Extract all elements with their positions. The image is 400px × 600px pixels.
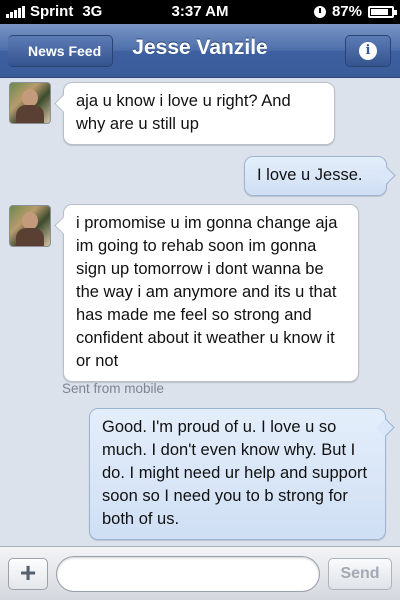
conversation-title: Jesse Vanzile bbox=[132, 36, 268, 59]
info-button[interactable]: i bbox=[345, 35, 391, 67]
battery-level-fill bbox=[371, 8, 389, 15]
message-text: i promomise u im gonna change aja im goi… bbox=[76, 214, 338, 370]
navigation-bar: News Feed Jesse Vanzile i bbox=[0, 24, 400, 78]
add-attachment-button[interactable]: + bbox=[8, 558, 48, 590]
status-right: 87% bbox=[313, 3, 397, 20]
message-text: I love u Jesse. bbox=[257, 166, 363, 184]
message-bubble-incoming: i promomise u im gonna change aja im goi… bbox=[63, 204, 359, 382]
battery-percent: 87% bbox=[331, 3, 362, 20]
send-button[interactable]: Send bbox=[328, 558, 392, 590]
message-composer: + Send bbox=[0, 546, 400, 600]
message-input[interactable] bbox=[56, 556, 320, 592]
message-bubble-incoming: aja u know i love u right? And why are u… bbox=[63, 82, 335, 145]
battery-icon bbox=[368, 5, 397, 18]
message-text: aja u know i love u right? And why are u… bbox=[76, 92, 291, 133]
info-icon: i bbox=[359, 42, 377, 60]
message-text: Good. I'm proud of u. I love u so much. … bbox=[102, 418, 368, 528]
contact-avatar[interactable] bbox=[9, 205, 51, 247]
alarm-clock-icon bbox=[313, 5, 326, 18]
status-bar: Sprint 3G 3:37 AM 87% bbox=[0, 0, 400, 24]
sent-from-label: Sent from mobile bbox=[62, 381, 165, 396]
message-bubble-outgoing: I love u Jesse. bbox=[244, 156, 387, 196]
message-bubble-outgoing: Good. I'm proud of u. I love u so much. … bbox=[89, 408, 386, 540]
contact-avatar[interactable] bbox=[9, 82, 51, 124]
